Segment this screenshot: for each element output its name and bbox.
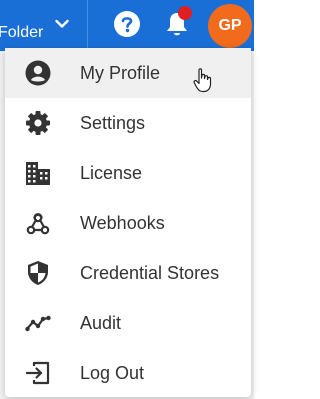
menu-item-label: Webhooks — [80, 213, 165, 233]
menu-item-my-profile[interactable]: My Profile — [5, 48, 251, 98]
avatar-initials: GP — [218, 17, 242, 34]
menu-item-label: My Profile — [80, 63, 161, 83]
hand-pointer-icon — [193, 68, 212, 93]
menu-item-label: Settings — [80, 113, 146, 133]
user-avatar[interactable]: GP — [208, 4, 252, 48]
menu-item-audit[interactable]: Audit — [5, 298, 251, 348]
shield-icon — [28, 261, 48, 285]
menu-item-label: License — [80, 163, 143, 183]
gear-icon — [26, 111, 50, 135]
top-bar: Folder GP — [0, 0, 254, 51]
notification-badge — [178, 6, 192, 20]
chevron-down-icon — [55, 19, 69, 28]
account-circle-icon — [25, 60, 51, 86]
menu-item-label: Credential Stores — [80, 263, 220, 283]
webhook-icon — [26, 213, 50, 235]
logout-icon — [25, 361, 50, 385]
menu-item-label: Audit — [80, 313, 122, 333]
question-circle-icon[interactable] — [113, 10, 141, 38]
menu-item-license[interactable]: License — [5, 148, 251, 198]
user-menu: My Profile Settings License Webhooks Cre… — [5, 48, 251, 397]
menu-item-label: Log Out — [80, 363, 145, 383]
line-chart-icon — [25, 315, 51, 332]
toolbar-divider — [87, 0, 88, 51]
building-icon — [26, 162, 50, 185]
folder-dropdown-button[interactable]: Folder — [0, 0, 87, 51]
menu-item-credential-stores[interactable]: Credential Stores — [5, 248, 251, 298]
menu-item-log-out[interactable]: Log Out — [5, 348, 251, 398]
menu-item-settings[interactable]: Settings — [5, 98, 251, 148]
folder-label: Folder — [0, 24, 44, 41]
menu-item-webhooks[interactable]: Webhooks — [5, 198, 251, 248]
